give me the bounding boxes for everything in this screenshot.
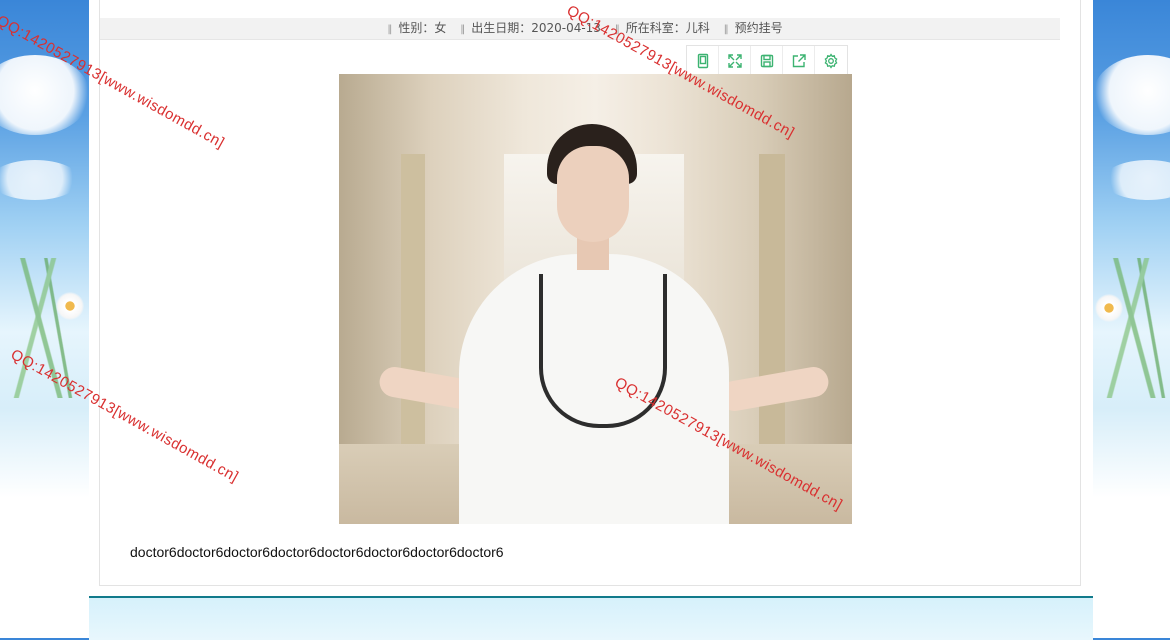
reader-button[interactable] (687, 46, 719, 75)
settings-icon (824, 52, 838, 69)
left-background-decoration (0, 0, 89, 638)
separator-icon: ‖ (387, 24, 393, 35)
footer-band (89, 596, 1093, 640)
settings-button[interactable] (815, 46, 847, 75)
fullscreen-icon (727, 53, 742, 68)
separator-icon: ‖ (614, 24, 620, 35)
appointment-link[interactable]: 预约挂号 (735, 21, 783, 35)
doctor-description: doctor6doctor6doctor6doctor6doctor6docto… (130, 544, 504, 560)
birth-date-info: 出生日期：2020-04-13 (471, 21, 601, 35)
reader-icon (697, 53, 708, 68)
image-toolbar (686, 45, 848, 76)
save-button[interactable] (751, 46, 783, 75)
share-button[interactable] (783, 46, 815, 75)
right-background-decoration (1093, 0, 1170, 638)
main-page: ‖ 性别：女 ‖ 出生日期：2020-04-13 ‖ 所在科室：儿科 ‖ 预约挂号 (89, 0, 1093, 640)
department-info: 所在科室：儿科 (625, 21, 710, 35)
gender-info: 性别：女 (398, 21, 447, 35)
separator-icon: ‖ (723, 24, 729, 35)
share-icon (792, 53, 806, 67)
doctor-photo (339, 74, 852, 524)
save-icon (760, 54, 773, 67)
doctor-info-bar: ‖ 性别：女 ‖ 出生日期：2020-04-13 ‖ 所在科室：儿科 ‖ 预约挂号 (100, 18, 1060, 40)
fullscreen-button[interactable] (719, 46, 751, 75)
separator-icon: ‖ (460, 24, 466, 35)
